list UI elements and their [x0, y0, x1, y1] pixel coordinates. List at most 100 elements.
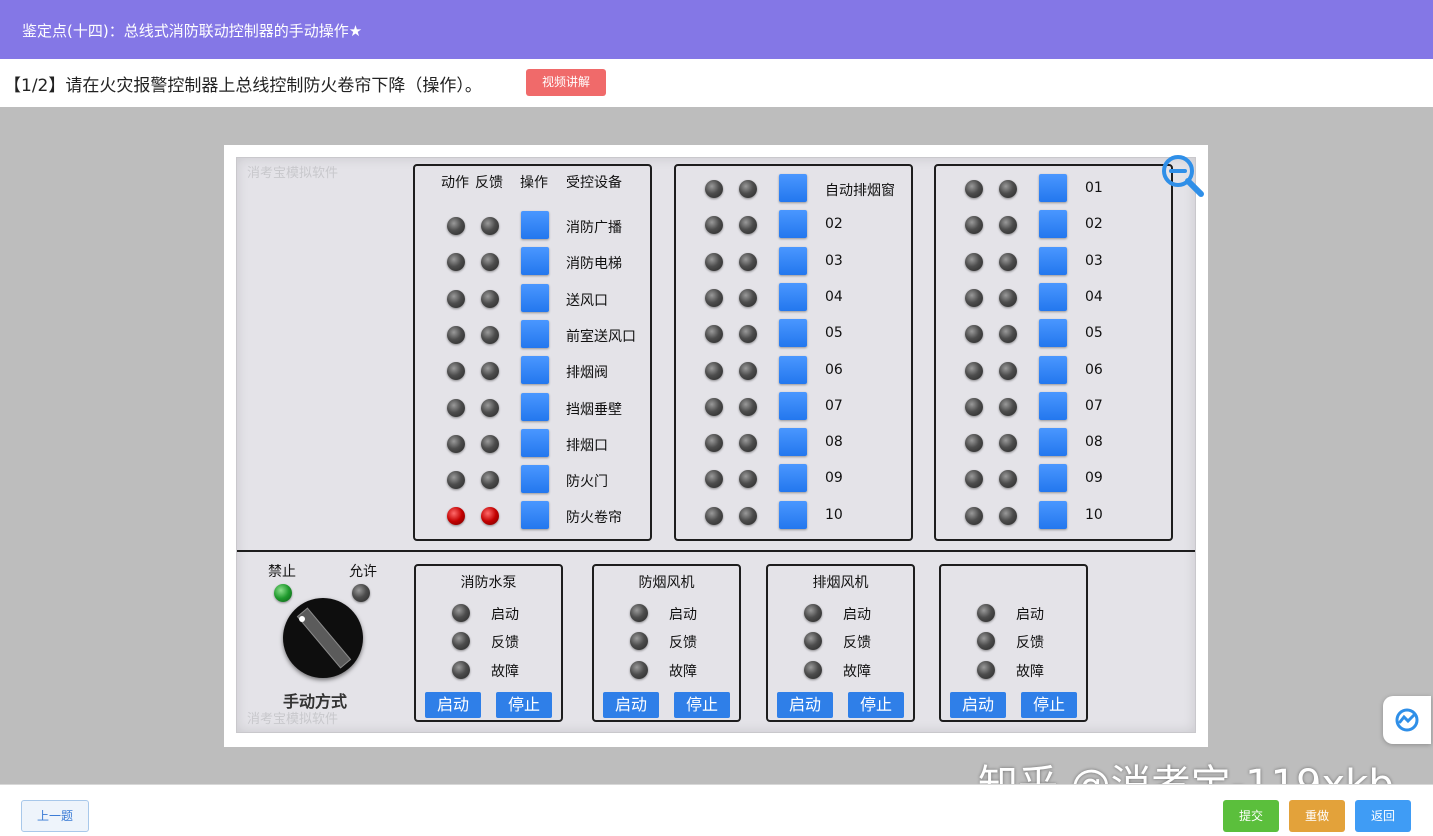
redo-button[interactable]: 重做 — [1289, 800, 1345, 832]
operate-button[interactable] — [779, 500, 807, 529]
video-explain-button[interactable]: 视频讲解 — [526, 69, 606, 96]
operate-button[interactable] — [1039, 246, 1067, 275]
right-row-label: 08 — [1085, 434, 1103, 451]
feedback-led — [739, 325, 757, 344]
page-title: 鉴定点(十四)：总线式消防联动控制器的手动操作★ — [22, 22, 363, 40]
feedback-led — [999, 434, 1017, 453]
operate-button[interactable] — [1039, 428, 1067, 457]
action-led — [447, 217, 465, 235]
manual-mode-label: 手动方式 — [283, 692, 348, 711]
start-button[interactable]: 启动 — [777, 692, 833, 718]
stop-button[interactable]: 停止 — [674, 692, 730, 718]
operate-button[interactable] — [779, 282, 807, 311]
feedback-led — [739, 397, 757, 416]
operate-button[interactable] — [1039, 500, 1067, 529]
action-led — [447, 398, 465, 417]
operate-button[interactable] — [779, 355, 807, 384]
start-button[interactable]: 启动 — [603, 692, 659, 718]
feedback-led — [999, 506, 1017, 525]
submit-button[interactable]: 提交 — [1223, 800, 1279, 832]
assistant-float-button[interactable] — [1383, 696, 1431, 744]
operate-button[interactable] — [779, 210, 807, 239]
right-row-label: 06 — [1085, 361, 1103, 378]
operate-button[interactable] — [521, 501, 549, 530]
action-led — [965, 288, 983, 307]
operate-button[interactable] — [521, 465, 549, 494]
operate-button[interactable] — [779, 428, 807, 457]
device-label: 防火卷帘 — [566, 510, 622, 527]
feedback-led — [481, 289, 499, 308]
operate-button[interactable] — [1039, 282, 1067, 311]
device-label: 挡烟垂壁 — [566, 401, 622, 418]
feedback-led — [977, 632, 995, 650]
operate-button[interactable] — [1039, 174, 1067, 202]
manual-mode-knob[interactable] — [283, 598, 363, 678]
operate-button[interactable] — [1039, 464, 1067, 493]
operate-button[interactable] — [779, 246, 807, 275]
equipment-box: 防烟风机 启动 反馈 故障 启动 停止 — [592, 564, 741, 722]
feedback-label: 反馈 — [1016, 635, 1044, 651]
feedback-label: 反馈 — [669, 635, 697, 651]
feedback-led — [999, 180, 1017, 198]
operate-button[interactable] — [779, 464, 807, 493]
action-led — [705, 216, 723, 235]
operate-button[interactable] — [521, 283, 549, 312]
stop-button[interactable]: 停止 — [1021, 692, 1077, 718]
start-button[interactable]: 启动 — [425, 692, 481, 718]
operate-button[interactable] — [1039, 210, 1067, 239]
operate-button[interactable] — [1039, 391, 1067, 420]
action-led — [705, 506, 723, 525]
operate-button[interactable] — [779, 174, 807, 202]
right-row-label: 07 — [1085, 397, 1103, 414]
equipment-box: 启动 反馈 故障 启动 停止 — [939, 564, 1088, 722]
feedback-led — [481, 398, 499, 417]
back-button[interactable]: 返回 — [1355, 800, 1411, 832]
controller-panel: 消考宝模拟软件 消考宝模拟软件 动作 反馈 操作 受控设备 消防广播 消防电梯 送风… — [236, 157, 1196, 733]
right-row-label: 01 — [1085, 180, 1103, 196]
feedback-led — [481, 507, 499, 526]
feedback-led — [739, 252, 757, 271]
linkage-box-right: 01 02 03 04 05 06 07 08 09 10 — [934, 164, 1173, 541]
middle-row-label: 09 — [825, 470, 843, 487]
operate-button[interactable] — [779, 391, 807, 420]
stop-button[interactable]: 停止 — [496, 692, 552, 718]
middle-row-label: 06 — [825, 361, 843, 378]
feedback-led — [999, 216, 1017, 235]
equipment-title: 防烟风机 — [638, 575, 695, 591]
operate-button[interactable] — [521, 319, 549, 348]
linkage-box-middle: 自动排烟窗 02 03 04 05 06 07 08 09 10 — [674, 164, 913, 541]
device-label: 消防电梯 — [566, 256, 622, 273]
feedback-led — [481, 434, 499, 453]
operate-button[interactable] — [1039, 319, 1067, 348]
feedback-led — [999, 397, 1017, 416]
feedback-led — [999, 361, 1017, 380]
start-button[interactable]: 启动 — [950, 692, 1006, 718]
middle-row-label: 07 — [825, 397, 843, 414]
operate-button[interactable] — [521, 211, 549, 239]
middle-row-label: 02 — [825, 216, 843, 233]
start-label: 启动 — [669, 607, 697, 623]
feedback-label: 反馈 — [843, 635, 871, 651]
zoom-out-icon[interactable] — [1158, 151, 1206, 199]
action-led — [965, 252, 983, 271]
fault-led — [804, 661, 822, 679]
operate-button[interactable] — [521, 356, 549, 385]
header-bar: 鉴定点(十四)：总线式消防联动控制器的手动操作★ — [0, 0, 1433, 59]
middle-row-label: 03 — [825, 252, 843, 269]
operate-button[interactable] — [521, 428, 549, 457]
action-led — [965, 506, 983, 525]
allow-label: 允许 — [349, 564, 377, 580]
operate-button[interactable] — [1039, 355, 1067, 384]
action-led — [447, 434, 465, 453]
feedback-led — [452, 632, 470, 650]
middle-row-label: 04 — [825, 288, 843, 305]
operate-button[interactable] — [779, 319, 807, 348]
operate-button[interactable] — [521, 247, 549, 276]
start-led — [977, 604, 995, 622]
feedback-led — [999, 252, 1017, 271]
action-led — [965, 397, 983, 416]
stop-button[interactable]: 停止 — [848, 692, 904, 718]
device-label: 消防广播 — [566, 220, 622, 236]
operate-button[interactable] — [521, 392, 549, 421]
prev-question-button[interactable]: 上一题 — [21, 800, 89, 832]
